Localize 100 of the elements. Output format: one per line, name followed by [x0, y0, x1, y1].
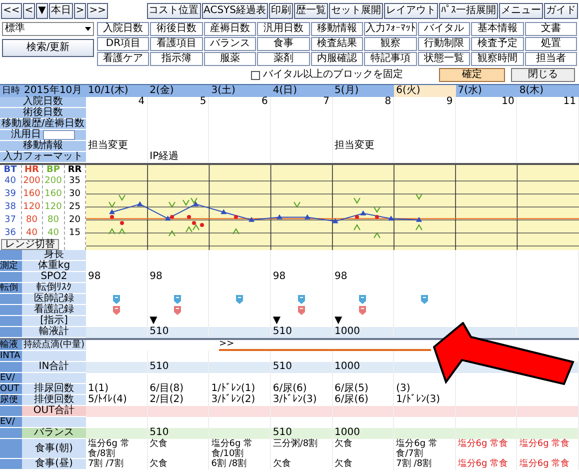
block-button[interactable]: 担当者	[524, 52, 577, 66]
block-button[interactable]: 行動制限	[418, 37, 470, 51]
block-button[interactable]: 検査結果	[310, 37, 364, 51]
nurse-note-icon[interactable]	[112, 306, 120, 315]
nurse-note-icon[interactable]	[298, 306, 305, 315]
doctor-note-icon[interactable]	[236, 295, 244, 304]
table-cell: 1000	[332, 362, 394, 373]
group-label: 尿便	[0, 395, 22, 406]
day-header[interactable]: 10/1(木)	[86, 85, 148, 97]
table-cell: 担当変更	[86, 141, 148, 152]
block-button[interactable]: 状態一覧	[418, 52, 470, 66]
nurse-note-icon[interactable]	[174, 306, 182, 315]
toolbar-button[interactable]: レイアウト	[384, 3, 438, 19]
row-label: バランス	[22, 428, 86, 439]
day-header[interactable]: 3(土)	[209, 85, 271, 97]
doctor-note-icon[interactable]	[174, 295, 182, 304]
confirm-button[interactable]: 確定	[439, 68, 505, 82]
table-cell: 三分粥/8割	[270, 439, 332, 459]
block-button[interactable]: 入院日数	[97, 22, 150, 36]
doctor-note-icon[interactable]	[359, 295, 366, 304]
bt-point	[248, 216, 255, 222]
bt-point	[388, 216, 394, 221]
input-field[interactable]	[43, 130, 75, 140]
day-header[interactable]: 4(日)	[270, 85, 332, 97]
block-button[interactable]: 産褥日数	[204, 22, 256, 36]
block-button[interactable]: 服薬	[204, 52, 256, 66]
hr-point	[110, 215, 114, 219]
block-button[interactable]: 術後日数	[150, 22, 203, 36]
doctor-note-icon[interactable]	[112, 295, 120, 304]
table-cell: 7割 /7割	[86, 459, 148, 470]
axis-tick: 120	[22, 201, 42, 214]
fix-block-checkbox[interactable]: バイタル以上のブロックを固定	[251, 70, 403, 80]
toolbar-button[interactable]: コスト位置	[146, 3, 201, 19]
table-cell: 7	[270, 97, 332, 108]
block-button[interactable]: 食事	[257, 37, 310, 51]
block-button[interactable]: 薬剤	[257, 52, 310, 66]
toolbar-button[interactable]: セット展開	[329, 3, 383, 19]
day-header[interactable]: 8(木)	[517, 85, 579, 97]
block-button[interactable]: 汎用日数	[257, 22, 310, 36]
block-button[interactable]: 入力ﾌｫｰﾏｯﾄ	[364, 22, 417, 36]
block-button[interactable]: 特記事項	[364, 52, 417, 66]
axis-tick: 80	[46, 214, 60, 227]
block-button[interactable]: 文書	[524, 22, 577, 36]
group-label: EV/	[0, 417, 22, 428]
block-button[interactable]: 基本情報	[471, 22, 524, 36]
table-cell: 6/尿(6)	[270, 384, 332, 395]
nav-button[interactable]: >	[74, 3, 86, 19]
day-header[interactable]: 2(金)	[148, 85, 210, 97]
block-button[interactable]: バランス	[204, 37, 256, 51]
block-button[interactable]: 看護項目	[150, 37, 203, 51]
day-header[interactable]: 6(火)	[394, 85, 456, 97]
block-button[interactable]: 観察時間	[471, 52, 524, 66]
bt-point	[192, 201, 199, 206]
block-button[interactable]: DR項目	[97, 37, 150, 51]
block-button[interactable]: 指示簿	[150, 52, 203, 66]
nav-button[interactable]: 本日	[48, 3, 73, 19]
table-cell: 5	[148, 97, 210, 108]
bp-mark	[416, 224, 422, 230]
range-button[interactable]: レンジ切替	[1, 239, 59, 250]
table-cell: IP経過	[148, 152, 210, 163]
row-label: IN合計	[22, 362, 86, 373]
doctor-note-icon[interactable]	[298, 295, 305, 304]
group-strip	[0, 362, 22, 373]
toolbar-button[interactable]: 歴一覧	[294, 3, 328, 19]
axis-tick: 200	[22, 175, 42, 188]
table-cell: 11	[517, 97, 579, 108]
bt-point	[276, 214, 282, 220]
toolbar-button[interactable]: メニュー	[499, 3, 543, 19]
day-header[interactable]: 5(月)	[332, 85, 394, 97]
day-header[interactable]: 7(水)	[456, 85, 518, 97]
label-cell	[22, 417, 86, 428]
table-cell: 98	[270, 272, 332, 283]
toolbar-button[interactable]: ﾊﾟｽ一括展開	[439, 3, 498, 19]
axis-tick: 40	[25, 227, 38, 238]
nav-button[interactable]: <<	[1, 3, 22, 19]
nav-button[interactable]: >>	[87, 3, 108, 19]
doctor-note-icon[interactable]	[420, 295, 428, 304]
toolbar-button[interactable]: ガイド	[544, 3, 578, 19]
table-cell: (3)	[394, 384, 456, 395]
nav-button[interactable]: <	[22, 3, 36, 19]
axis-tick: 35	[68, 175, 82, 188]
block-button[interactable]: 観察	[364, 37, 417, 51]
row-label: 食事(朝)	[22, 439, 86, 459]
nav-button[interactable]: ▼	[36, 3, 48, 19]
close-button[interactable]: 閉じる	[511, 68, 575, 82]
block-button[interactable]: 検査予定	[471, 37, 524, 51]
toolbar-button[interactable]: ACSYS経過表	[202, 3, 268, 19]
axis-tick: 160	[22, 188, 42, 201]
block-button[interactable]: 処置	[524, 37, 577, 51]
view-select[interactable]: 標準	[2, 22, 94, 36]
block-button[interactable]: 移動情報	[310, 22, 364, 36]
block-button[interactable]: バイタル	[418, 22, 470, 36]
toolbar-button[interactable]: 印刷	[269, 3, 293, 19]
block-button[interactable]: 看護ケア	[97, 52, 150, 66]
search-button[interactable]: 検索/更新	[2, 39, 94, 57]
infusion-bar: >>	[219, 340, 432, 351]
nurse-note-icon[interactable]	[359, 306, 366, 315]
table-cell: 6/尿(5)	[332, 384, 394, 395]
block-button[interactable]: 内服確認	[310, 52, 364, 66]
group-label: INTA	[0, 351, 22, 362]
